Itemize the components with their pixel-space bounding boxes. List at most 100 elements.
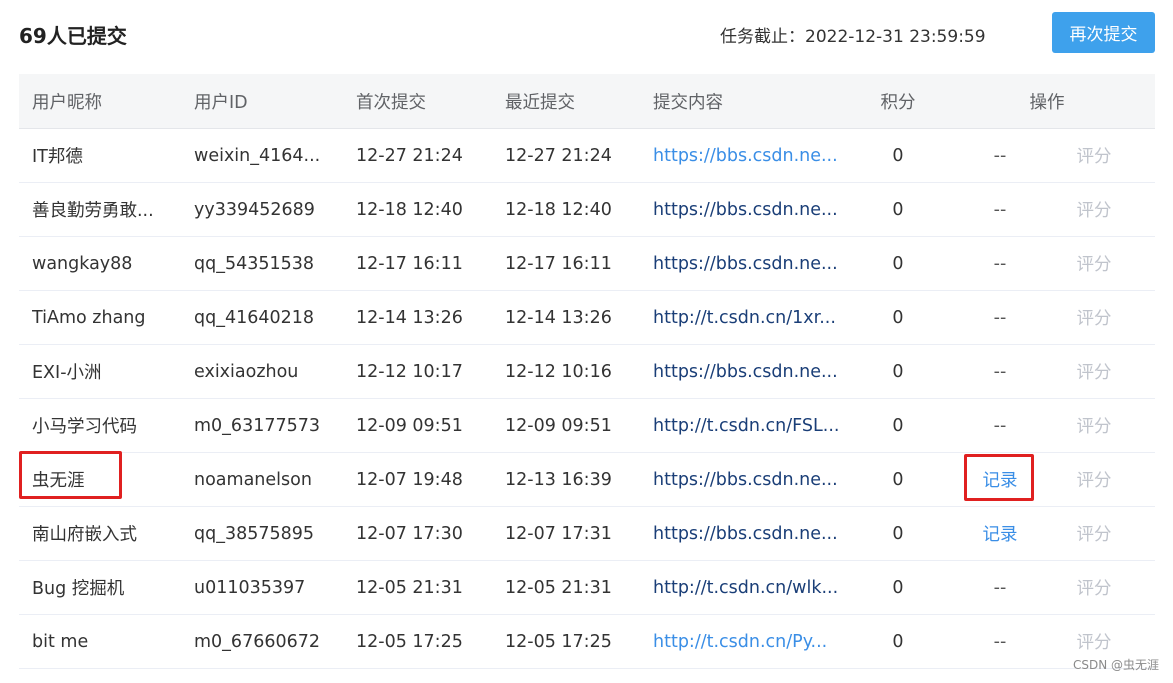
- cell-content-link-text[interactable]: https://bbs.csdn.ne...: [653, 254, 845, 274]
- cell-rate-button-text[interactable]: 评分: [1077, 359, 1112, 384]
- cell-first-submit: 12-14 13:26: [356, 291, 486, 344]
- cell-user-id-text: noamanelson: [194, 469, 312, 490]
- cell-rate-button: 评分: [1066, 561, 1122, 614]
- table-row: EXI-小洲 exixiaozhou 12-12 10:17 12-12 10:16 h…: [19, 345, 1155, 399]
- cell-last-submit-text: 12-18 12:40: [505, 199, 612, 220]
- cell-rate-button-text[interactable]: 评分: [1077, 197, 1112, 222]
- resubmit-button[interactable]: 再次提交: [1052, 12, 1155, 53]
- cell-first-submit-text: 12-07 17:30: [356, 523, 463, 544]
- cell-user-id: noamanelson: [194, 453, 334, 506]
- cell-record-link-text[interactable]: 记录: [983, 521, 1018, 546]
- cell-last-submit-text: 12-12 10:16: [505, 361, 612, 382]
- table-row: TiAmo zhang qq_41640218 12-14 13:26 12-14 1…: [19, 291, 1155, 345]
- cell-score-text: 0: [892, 577, 904, 598]
- cell-score-text: 0: [892, 523, 904, 544]
- cell-rate-button: 评分: [1066, 291, 1122, 344]
- cell-action-empty: --: [973, 399, 1027, 452]
- cell-nickname-text: 善良勤劳勇敢...: [32, 201, 154, 221]
- cell-rate-button-text[interactable]: 评分: [1077, 521, 1112, 546]
- cell-score-text: 0: [892, 145, 904, 166]
- cell-user-id-text: u011035397: [194, 577, 306, 598]
- cell-rate-button-text[interactable]: 评分: [1077, 305, 1112, 330]
- cell-content-link-text[interactable]: https://bbs.csdn.ne...: [653, 200, 845, 220]
- cell-rate-button-text[interactable]: 评分: [1077, 629, 1112, 654]
- cell-user-id: weixin_4164...: [194, 129, 334, 182]
- table-row: IT邦德 weixin_4164... 12-27 21:24 12-27 21:24…: [19, 129, 1155, 183]
- cell-content-link-text[interactable]: http://t.csdn.cn/1xr...: [653, 308, 845, 328]
- cell-content-link-text[interactable]: https://bbs.csdn.ne...: [653, 470, 845, 490]
- cell-rate-button: 评分: [1066, 345, 1122, 398]
- cell-rate-button-text[interactable]: 评分: [1077, 251, 1112, 276]
- cell-rate-button-text[interactable]: 评分: [1077, 467, 1112, 492]
- cell-content-link: https://bbs.csdn.ne...: [653, 345, 845, 398]
- cell-score-text: 0: [892, 469, 904, 490]
- cell-rate-button: 评分: [1066, 507, 1122, 560]
- cell-score-text: 0: [892, 361, 904, 382]
- cell-content-link-text[interactable]: https://bbs.csdn.ne...: [653, 362, 845, 382]
- cell-action-empty-text: --: [993, 361, 1007, 382]
- cell-action-empty: --: [973, 129, 1027, 182]
- cell-user-id-text: exixiaozhou: [194, 361, 299, 382]
- cell-content-link-text[interactable]: https://bbs.csdn.ne...: [653, 524, 845, 544]
- cell-first-submit: 12-09 09:51: [356, 399, 486, 452]
- table-row: 善良勤劳勇敢... yy339452689 12-18 12:40 12-18 12:…: [19, 183, 1155, 237]
- cell-action-empty: --: [973, 237, 1027, 290]
- cell-action-empty: --: [973, 615, 1027, 668]
- table-body: IT邦德 weixin_4164... 12-27 21:24 12-27 21:24…: [19, 129, 1155, 669]
- cell-nickname-text: 南山府嵌入式: [32, 525, 137, 545]
- cell-content-link: https://bbs.csdn.ne...: [653, 129, 845, 182]
- cell-last-submit: 12-12 10:16: [505, 345, 635, 398]
- cell-content-link: http://t.csdn.cn/FSL...: [653, 399, 845, 452]
- cell-user-id: qq_54351538: [194, 237, 334, 290]
- table-header: 用户昵称 用户ID 首次提交 最近提交 提交内容 积分 操作: [19, 74, 1155, 129]
- cell-nickname: Bug 挖掘机: [32, 561, 177, 614]
- page-title: 69人已提交: [19, 24, 127, 48]
- cell-first-submit: 12-18 12:40: [356, 183, 486, 236]
- header: 69人已提交 任务截止：2022-12-31 23:59:59 再次提交: [0, 0, 1173, 70]
- cell-rate-button-text[interactable]: 评分: [1077, 575, 1112, 600]
- cell-first-submit-text: 12-07 19:48: [356, 469, 463, 490]
- column-header-first-submit: 首次提交: [356, 92, 426, 113]
- cell-nickname: 南山府嵌入式: [32, 507, 177, 560]
- cell-user-id: yy339452689: [194, 183, 334, 236]
- cell-action-empty-text: --: [993, 199, 1007, 220]
- cell-nickname: 小马学习代码: [32, 399, 177, 452]
- column-header-actions: 操作: [1029, 92, 1065, 113]
- cell-user-id: exixiaozhou: [194, 345, 334, 398]
- table-row: Bug 挖掘机 u011035397 12-05 21:31 12-05 21:31 h…: [19, 561, 1155, 615]
- cell-content-link-text[interactable]: http://t.csdn.cn/wlk...: [653, 578, 845, 598]
- cell-nickname: wangkay88: [32, 237, 177, 290]
- cell-first-submit-text: 12-05 21:31: [356, 577, 463, 598]
- cell-content-link-text[interactable]: http://t.csdn.cn/FSL...: [653, 416, 845, 436]
- table-row: 南山府嵌入式 qq_38575895 12-07 17:30 12-07 17:31 h…: [19, 507, 1155, 561]
- cell-score: 0: [871, 291, 925, 344]
- column-header-content: 提交内容: [653, 92, 723, 113]
- cell-nickname-text: 小马学习代码: [32, 417, 137, 437]
- cell-user-id-text: qq_38575895: [194, 523, 315, 544]
- cell-rate-button: 评分: [1066, 453, 1122, 506]
- table-row: wangkay88 qq_54351538 12-17 16:11 12-17 16:…: [19, 237, 1155, 291]
- cell-content-link-text[interactable]: http://t.csdn.cn/Py...: [653, 632, 845, 652]
- cell-user-id-text: qq_54351538: [194, 253, 315, 274]
- cell-content-link: https://bbs.csdn.ne...: [653, 183, 845, 236]
- cell-last-submit: 12-07 17:31: [505, 507, 635, 560]
- cell-last-submit-text: 12-07 17:31: [505, 523, 612, 544]
- cell-score: 0: [871, 129, 925, 182]
- cell-first-submit: 12-12 10:17: [356, 345, 486, 398]
- cell-first-submit-text: 12-09 09:51: [356, 415, 463, 436]
- deadline-text: 任务截止：2022-12-31 23:59:59: [720, 27, 986, 47]
- cell-score-text: 0: [892, 199, 904, 220]
- cell-action-empty: --: [973, 183, 1027, 236]
- cell-action-empty-text: --: [993, 577, 1007, 598]
- cell-rate-button-text[interactable]: 评分: [1077, 413, 1112, 438]
- cell-rate-button-text[interactable]: 评分: [1077, 143, 1112, 168]
- cell-record-link-text[interactable]: 记录: [983, 467, 1018, 492]
- cell-user-id: m0_63177573: [194, 399, 334, 452]
- cell-score: 0: [871, 561, 925, 614]
- cell-content-link-text[interactable]: https://bbs.csdn.ne...: [653, 146, 845, 166]
- cell-content-link: https://bbs.csdn.ne...: [653, 237, 845, 290]
- cell-score: 0: [871, 345, 925, 398]
- cell-nickname: 善良勤劳勇敢...: [32, 183, 177, 236]
- cell-user-id: qq_41640218: [194, 291, 334, 344]
- cell-nickname: 虫无涯: [32, 453, 177, 506]
